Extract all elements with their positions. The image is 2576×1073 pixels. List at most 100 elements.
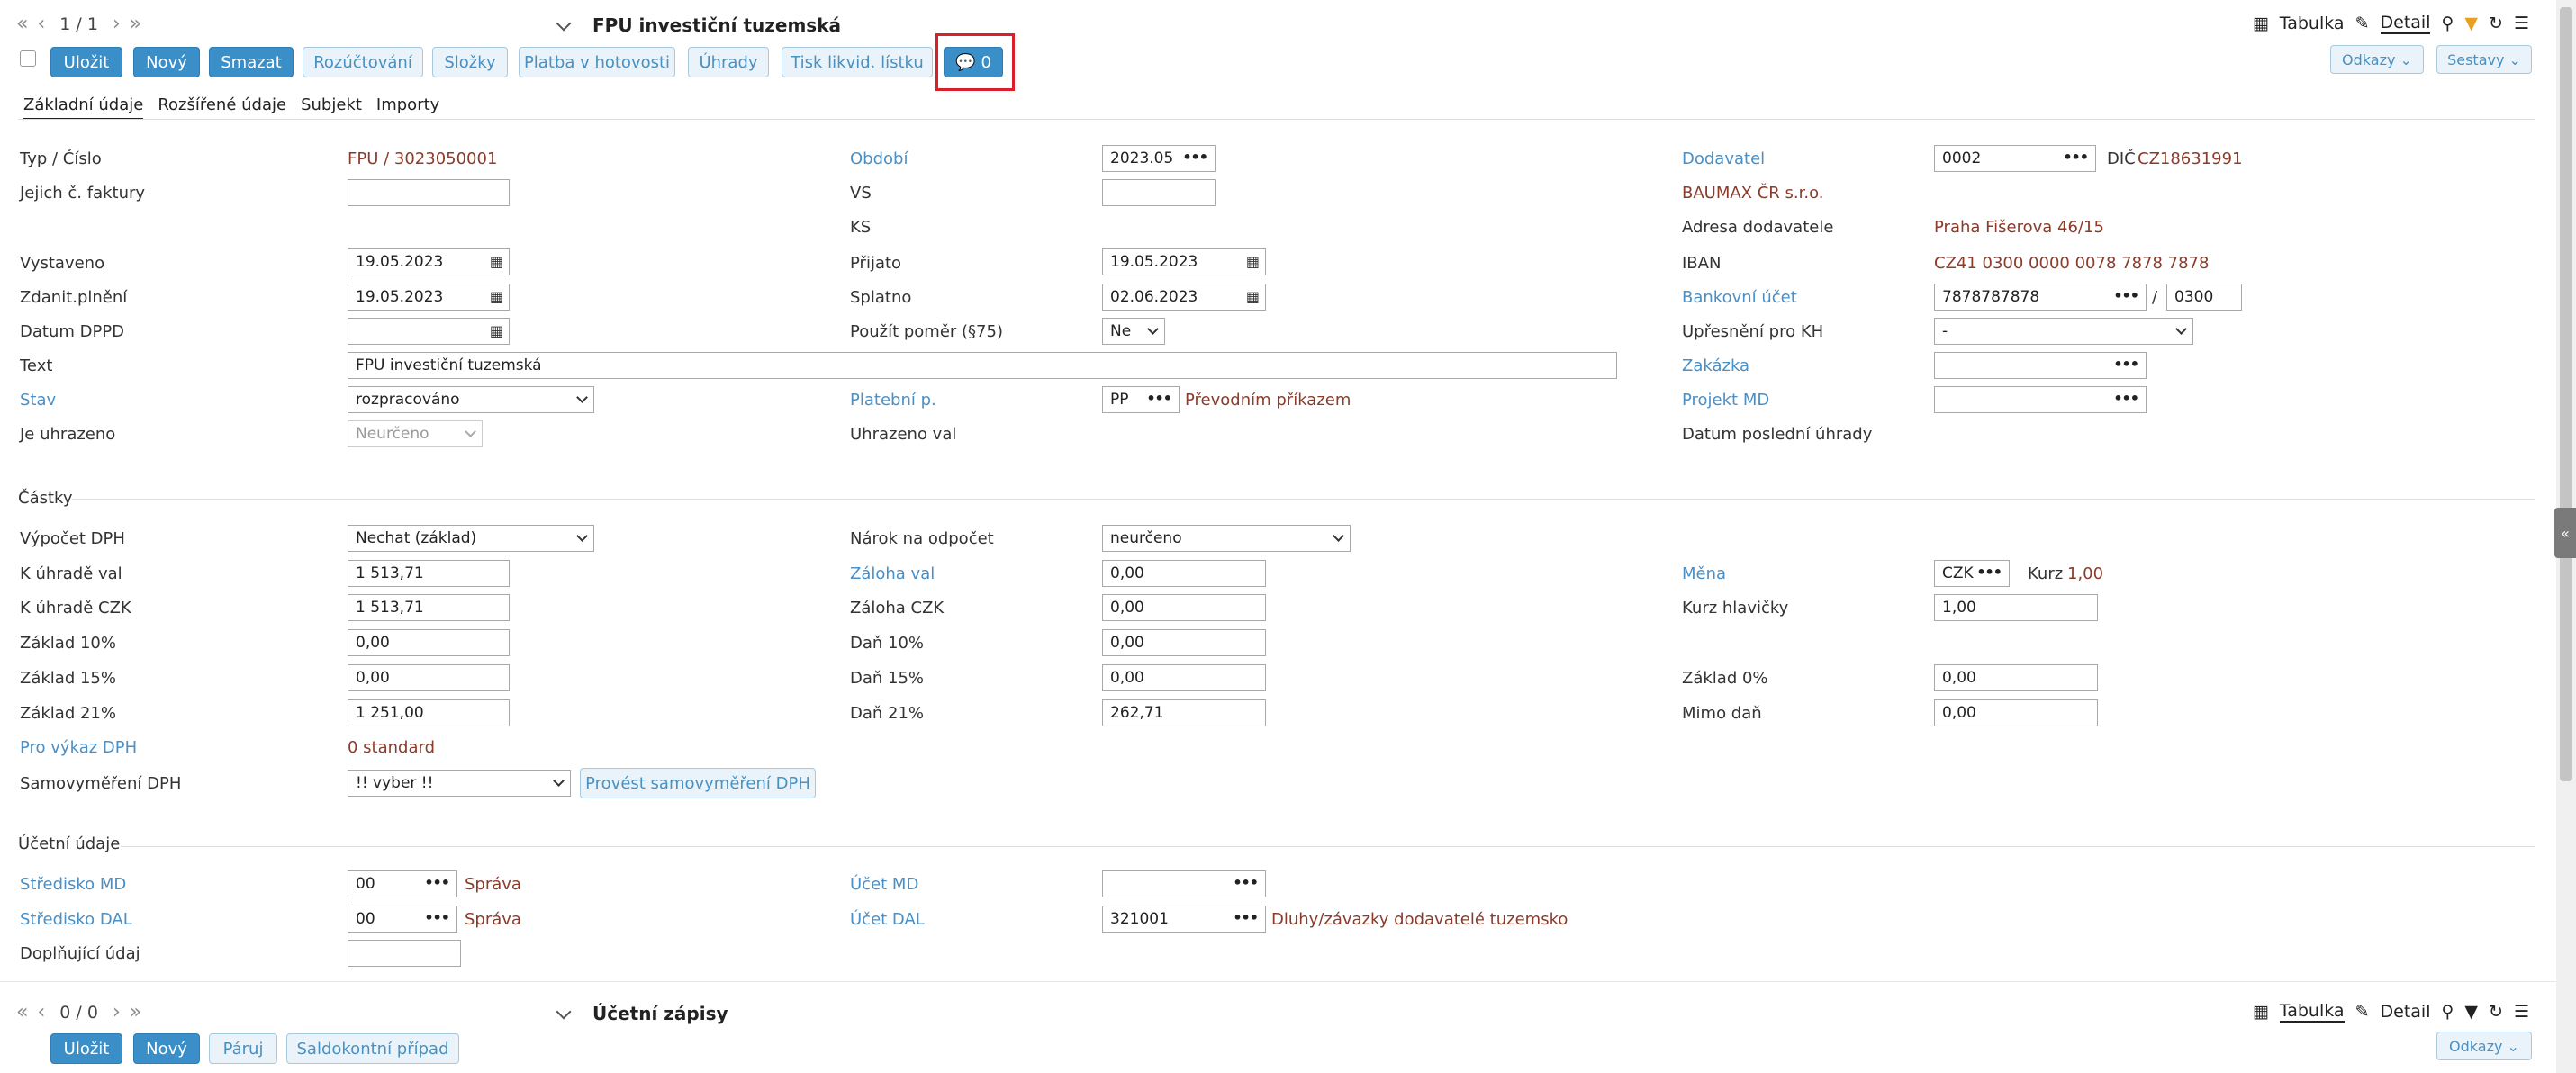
more-icon[interactable]: ••• — [1182, 149, 1208, 166]
last-record-icon[interactable]: » — [130, 13, 141, 35]
project-md-input[interactable]: ••• — [1934, 386, 2147, 413]
more-icon[interactable]: ••• — [424, 874, 450, 891]
detail-view-icon[interactable]: ✎ — [2355, 1002, 2370, 1022]
self-assess-select[interactable]: !! vyber !! — [348, 770, 571, 797]
refresh-icon[interactable]: ↻ — [2489, 1002, 2503, 1022]
scrollbar-thumb[interactable] — [2560, 7, 2572, 781]
more-icon[interactable]: ••• — [2113, 390, 2139, 407]
payments-button[interactable]: Úhrady — [688, 47, 769, 77]
more-icon[interactable]: ••• — [2113, 356, 2139, 373]
tab-extended[interactable]: Rozšířené údaje — [158, 95, 286, 120]
side-panel-toggle[interactable]: « — [2554, 508, 2576, 558]
more-icon[interactable]: ••• — [424, 909, 450, 926]
taxable-date-input[interactable]: 19.05.2023 ▦ — [348, 284, 510, 311]
header-rate-input[interactable]: 1,00 — [1934, 594, 2098, 621]
entries-new-button[interactable]: Nový — [133, 1033, 200, 1064]
to-pay-val-input[interactable]: 1 513,71 — [348, 560, 510, 587]
payment-method-label[interactable]: Platební p. — [850, 391, 936, 410]
due-date-input[interactable]: 02.06.2023 ▦ — [1102, 284, 1266, 311]
deduction-select[interactable]: neurčeno — [1102, 525, 1351, 552]
more-icon[interactable]: ••• — [2113, 287, 2139, 304]
base-15-input[interactable]: 0,00 — [348, 664, 510, 691]
filter-icon[interactable]: ▼ — [2464, 1002, 2478, 1022]
links-dropdown[interactable]: Odkazy ⌄ — [2330, 45, 2424, 74]
more-icon[interactable]: ••• — [2063, 149, 2089, 166]
supplier-input[interactable]: 0002 ••• — [1934, 145, 2096, 172]
state-select[interactable]: rozpracováno — [348, 386, 594, 413]
received-date-input[interactable]: 19.05.2023 ▦ — [1102, 248, 1266, 275]
refresh-icon[interactable]: ↻ — [2489, 14, 2503, 33]
delete-button[interactable]: Smazat — [209, 47, 294, 77]
collapse-chevron-icon[interactable] — [556, 1004, 572, 1020]
table-view-link[interactable]: Tabulka — [2279, 1001, 2345, 1023]
tax-15-input[interactable]: 0,00 — [1102, 664, 1266, 691]
tax-10-input[interactable]: 0,00 — [1102, 629, 1266, 656]
filter-icon[interactable]: ▼ — [2464, 14, 2478, 33]
tab-subject[interactable]: Subjekt — [301, 95, 362, 120]
cash-payment-button[interactable]: Platba v hotovosti — [519, 47, 675, 77]
bank-account-input[interactable]: 7878787878 ••• — [1934, 284, 2147, 311]
state-label[interactable]: Stav — [20, 391, 56, 410]
base-10-input[interactable]: 0,00 — [348, 629, 510, 656]
non-tax-input[interactable]: 0,00 — [1934, 699, 2098, 726]
detail-view-link[interactable]: Detail — [2380, 13, 2431, 34]
tax-21-input[interactable]: 262,71 — [1102, 699, 1266, 726]
their-invoice-input[interactable] — [348, 179, 510, 206]
advance-val-label[interactable]: Záloha val — [850, 564, 935, 583]
account-dal-input[interactable]: 321001 ••• — [1102, 906, 1266, 933]
order-label[interactable]: Zakázka — [1682, 356, 1749, 375]
order-input[interactable]: ••• — [1934, 352, 2147, 379]
table-view-link[interactable]: Tabulka — [2280, 14, 2345, 33]
vs-input[interactable] — [1102, 179, 1216, 206]
advance-czk-input[interactable]: 0,00 — [1102, 594, 1266, 621]
account-dal-label[interactable]: Účet DAL — [850, 910, 925, 929]
search-icon[interactable]: ⚲ — [2441, 14, 2454, 33]
table-view-icon[interactable]: ▦ — [2253, 1002, 2269, 1022]
currency-label[interactable]: Měna — [1682, 564, 1726, 583]
kh-select[interactable]: - — [1934, 318, 2193, 345]
table-view-icon[interactable]: ▦ — [2253, 14, 2269, 33]
save-button[interactable]: Uložit — [50, 47, 122, 77]
detail-view-link[interactable]: Detail — [2381, 1002, 2431, 1022]
allocation-button[interactable]: Rozúčtování — [303, 47, 423, 77]
menu-icon[interactable]: ☰ — [2514, 14, 2529, 33]
text-input[interactable]: FPU investiční tuzemská — [348, 352, 1617, 379]
account-md-label[interactable]: Účet MD — [850, 875, 918, 894]
bank-account-label[interactable]: Bankovní účet — [1682, 288, 1797, 307]
first-record-icon[interactable]: « — [16, 13, 28, 35]
currency-input[interactable]: CZK ••• — [1934, 560, 2010, 587]
pair-button[interactable]: Páruj — [209, 1033, 277, 1064]
print-ticket-button[interactable]: Tisk likvid. lístku — [782, 47, 933, 77]
tab-imports[interactable]: Importy — [376, 95, 439, 120]
dppd-date-input[interactable]: ▦ — [348, 318, 510, 345]
detail-view-icon[interactable]: ✎ — [2355, 14, 2370, 33]
more-icon[interactable]: ••• — [1233, 909, 1259, 926]
first-record-icon[interactable]: « — [16, 1001, 28, 1023]
calendar-icon[interactable]: ▦ — [490, 288, 503, 305]
prev-record-icon[interactable]: ‹ — [37, 13, 45, 35]
center-dal-label[interactable]: Středisko DAL — [20, 910, 132, 929]
calendar-icon[interactable]: ▦ — [490, 322, 503, 339]
folders-button[interactable]: Složky — [432, 47, 508, 77]
ratio-select[interactable]: Ne — [1102, 318, 1165, 345]
new-button[interactable]: Nový — [133, 47, 200, 77]
payment-method-input[interactable]: PP ••• — [1102, 386, 1180, 413]
search-icon[interactable]: ⚲ — [2441, 1002, 2454, 1022]
tab-basic[interactable]: Základní údaje — [23, 95, 144, 120]
calendar-icon[interactable]: ▦ — [1246, 253, 1260, 270]
collapse-chevron-icon[interactable] — [556, 15, 572, 32]
issued-date-input[interactable]: 19.05.2023 ▦ — [348, 248, 510, 275]
more-icon[interactable]: ••• — [1976, 564, 2002, 581]
select-checkbox[interactable] — [20, 50, 36, 67]
base-21-input[interactable]: 1 251,00 — [348, 699, 510, 726]
center-md-label[interactable]: Středisko MD — [20, 875, 126, 894]
more-icon[interactable]: ••• — [1146, 390, 1172, 407]
entries-links-dropdown[interactable]: Odkazy ⌄ — [2436, 1032, 2532, 1060]
more-icon[interactable]: ••• — [1233, 874, 1259, 891]
base-0-input[interactable]: 0,00 — [1934, 664, 2098, 691]
bank-code-input[interactable]: 0300 — [2166, 284, 2242, 311]
last-record-icon[interactable]: » — [130, 1001, 141, 1023]
prev-record-icon[interactable]: ‹ — [37, 1001, 45, 1023]
vat-report-label[interactable]: Pro výkaz DPH — [20, 738, 137, 757]
reports-dropdown[interactable]: Sestavy ⌄ — [2436, 45, 2532, 74]
